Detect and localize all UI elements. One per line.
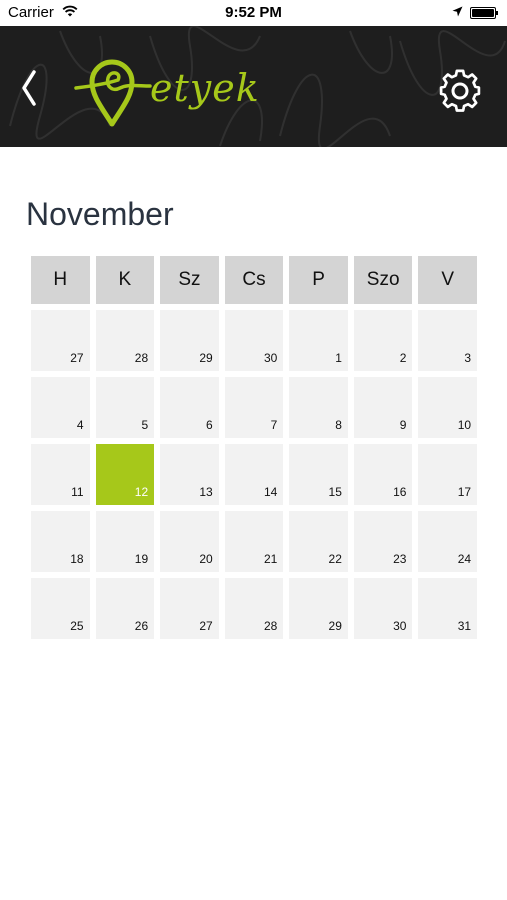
calendar-day[interactable]: 27 <box>31 310 90 371</box>
calendar-day[interactable]: 2 <box>353 310 413 371</box>
weekday-header-row: H K Sz Cs P Szo V <box>31 256 478 304</box>
calendar-day[interactable]: 30 <box>224 310 284 371</box>
day-number: 8 <box>335 418 342 432</box>
calendar-grid: H K Sz Cs P Szo V 27 28 29 30 1 2 3 4 5 … <box>31 256 478 639</box>
day-number: 27 <box>199 619 213 633</box>
calendar-day[interactable]: 13 <box>160 444 219 505</box>
calendar-day[interactable]: 18 <box>31 511 90 572</box>
day-number: 10 <box>457 418 472 432</box>
day-number: 26 <box>134 619 149 633</box>
app-header: etyek <box>0 26 507 147</box>
day-number: 27 <box>70 351 84 365</box>
day-number: 18 <box>70 552 84 566</box>
day-number: 1 <box>335 351 342 365</box>
day-number: 25 <box>70 619 84 633</box>
day-number: 30 <box>263 351 278 365</box>
day-number: 21 <box>263 552 278 566</box>
day-number: 15 <box>328 485 342 499</box>
calendar-day[interactable]: 5 <box>95 377 155 438</box>
weekday-header: Sz <box>160 256 219 304</box>
weekday-header: K <box>95 256 155 304</box>
calendar-day[interactable]: 30 <box>353 578 413 639</box>
day-number: 30 <box>393 619 407 633</box>
calendar-day[interactable]: 10 <box>418 377 478 438</box>
day-number: 28 <box>134 351 149 365</box>
status-time: 9:52 PM <box>225 4 282 21</box>
weekday-header: Szo <box>353 256 413 304</box>
calendar-day[interactable]: 19 <box>95 511 155 572</box>
day-number: 12 <box>134 485 149 499</box>
calendar-week: 4 5 6 7 8 9 10 <box>31 377 478 438</box>
month-title: November <box>26 196 174 232</box>
day-number: 3 <box>464 351 472 365</box>
day-number: 6 <box>206 418 213 432</box>
gear-icon <box>439 69 481 112</box>
calendar-day[interactable]: 25 <box>31 578 90 639</box>
day-number: 2 <box>399 351 407 365</box>
calendar-day[interactable]: 22 <box>289 511 348 572</box>
calendar-day[interactable]: 7 <box>224 377 284 438</box>
calendar-day[interactable]: 24 <box>418 511 478 572</box>
day-number: 29 <box>199 351 213 365</box>
day-number: 7 <box>270 418 278 432</box>
calendar-day[interactable]: 28 <box>95 310 155 371</box>
weekday-header: Cs <box>224 256 284 304</box>
battery-icon <box>470 7 498 19</box>
day-number: 31 <box>457 619 472 633</box>
calendar-day[interactable]: 11 <box>31 444 90 505</box>
calendar-day[interactable]: 29 <box>289 578 348 639</box>
calendar-day[interactable]: 3 <box>418 310 478 371</box>
calendar-day[interactable]: 9 <box>353 377 413 438</box>
calendar-day[interactable]: 14 <box>224 444 284 505</box>
day-number: 9 <box>399 418 407 432</box>
day-number: 23 <box>393 552 407 566</box>
day-number: 24 <box>457 552 472 566</box>
calendar-day[interactable]: 28 <box>224 578 284 639</box>
logo-pin-icon <box>74 59 152 127</box>
day-number: 17 <box>457 485 472 499</box>
day-number: 28 <box>263 619 278 633</box>
calendar-day[interactable]: 26 <box>95 578 155 639</box>
status-bar: Carrier 9:52 PM <box>0 0 507 26</box>
calendar-week: 11 12 13 14 15 16 17 <box>31 444 478 505</box>
calendar-day[interactable]: 21 <box>224 511 284 572</box>
weekday-header: V <box>418 256 478 304</box>
calendar-day[interactable]: 27 <box>160 578 219 639</box>
location-arrow-icon <box>452 6 463 17</box>
day-number: 16 <box>393 485 407 499</box>
calendar-week: 27 28 29 30 1 2 3 <box>31 310 478 371</box>
calendar-day[interactable]: 31 <box>418 578 478 639</box>
etyek-logo: etyek <box>72 50 292 130</box>
logo-text: etyek <box>150 66 260 110</box>
calendar-day[interactable]: 15 <box>289 444 348 505</box>
calendar-day[interactable]: 29 <box>160 310 219 371</box>
back-button[interactable] <box>14 66 46 110</box>
day-number: 29 <box>328 619 342 633</box>
calendar-day[interactable]: 1 <box>289 310 348 371</box>
day-number: 20 <box>199 552 213 566</box>
settings-button[interactable] <box>437 68 483 114</box>
calendar-day[interactable]: 6 <box>160 377 219 438</box>
day-number: 22 <box>328 552 342 566</box>
calendar-week: 18 19 20 21 22 23 24 <box>31 511 478 572</box>
calendar-day[interactable]: 8 <box>289 377 348 438</box>
calendar-day[interactable]: 23 <box>353 511 413 572</box>
weekday-header: H <box>31 256 90 304</box>
weekday-header: P <box>289 256 348 304</box>
calendar-day[interactable]: 17 <box>418 444 478 505</box>
day-number: 5 <box>141 418 149 432</box>
day-number: 4 <box>76 418 84 432</box>
calendar-day-selected[interactable]: 12 <box>95 444 155 505</box>
day-number: 11 <box>71 485 84 499</box>
day-number: 13 <box>199 485 213 499</box>
calendar-week: 25 26 27 28 29 30 31 <box>31 578 478 639</box>
calendar-day[interactable]: 16 <box>353 444 413 505</box>
day-number: 19 <box>134 552 149 566</box>
calendar-day[interactable]: 20 <box>160 511 219 572</box>
chevron-left-icon <box>22 70 36 106</box>
day-number: 14 <box>263 485 278 499</box>
calendar-day[interactable]: 4 <box>31 377 90 438</box>
